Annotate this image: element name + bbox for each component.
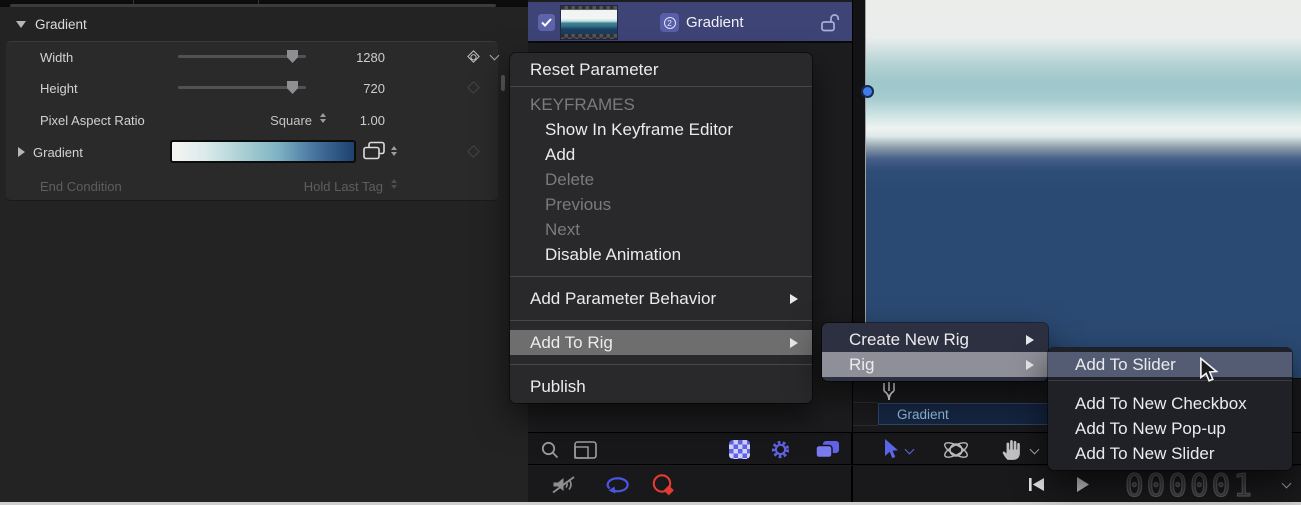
menu-separator [510,86,812,87]
layers-toolbar [528,432,852,465]
height-slider[interactable] [178,86,306,89]
select-tool-icon[interactable] [882,438,899,460]
submenu-arrow-icon [790,338,798,348]
canvas-gradient-object[interactable] [866,0,1301,378]
gradient-row-label: Gradient [33,145,83,160]
pixel-aspect-ratio-popup[interactable]: Square [200,113,312,128]
transparency-checkerboard-icon[interactable] [729,440,750,459]
search-icon[interactable] [540,440,560,460]
menu-item-add-keyframe[interactable]: Add [510,142,812,167]
layers-icon[interactable] [815,440,840,460]
layer-row-gradient[interactable]: 2 Gradient [528,2,852,43]
width-label: Width [40,50,73,65]
gear-icon[interactable] [770,439,791,460]
menu-separator [1048,380,1292,381]
panel-top-divider [0,0,528,7]
check-icon [541,18,552,27]
disclosure-triangle-icon[interactable] [16,21,26,28]
inspector-panel: Gradient Width 1280 Height 720 Pixel Asp… [0,0,528,505]
timecode-field[interactable]: 000001 [1115,468,1265,504]
height-label: Height [40,81,78,96]
menu-separator [510,364,812,365]
timecode-chevron-icon[interactable] [1282,479,1292,489]
gradient-preset-stepper-icon[interactable] [391,146,397,156]
submenu-arrow-icon [1026,335,1034,345]
right-transport-bar: 000001 [853,466,1301,503]
horizontal-scrollbar-track[interactable] [10,4,496,7]
select-tool-chevron-icon[interactable] [905,445,915,455]
mouse-cursor-icon [1199,357,1219,385]
menu-item-show-in-keyframe-editor[interactable]: Show In Keyframe Editor [510,117,812,142]
end-condition-stepper-icon [391,179,397,189]
motion-window: Gradient Width 1280 Height 720 Pixel Asp… [0,0,1301,505]
layer-rig-badge: 2 [660,13,679,32]
menu-item-previous-keyframe: Previous [510,192,812,217]
menu-item-next-keyframe: Next [510,217,812,242]
menu-item-reset-parameter[interactable]: Reset Parameter [510,57,812,82]
fit-window-icon[interactable] [574,441,597,459]
menu-item-add-to-new-checkbox[interactable]: Add To New Checkbox [1048,391,1292,416]
timeline-row-divider [853,425,878,426]
badge-count: 2 [664,17,676,29]
unlock-icon[interactable] [820,12,840,33]
hand-tool-chevron-icon[interactable] [1030,445,1040,455]
gradient-preset-icon[interactable] [362,141,386,162]
gradient-section-header[interactable]: Gradient [16,17,87,32]
layer-name: Gradient [686,14,744,31]
menu-item-add-to-rig[interactable]: Add To Rig [510,330,812,355]
slider-submenu: Add To Slider Add To New Checkbox Add To… [1048,348,1292,470]
end-condition-label: End Condition [40,179,122,194]
timeline-track-label: Gradient [897,407,949,422]
record-animation-icon[interactable] [650,472,678,498]
menu-item-delete-keyframe: Delete [510,167,812,192]
pixel-aspect-ratio-label: Pixel Aspect Ratio [40,113,145,128]
gradient-preview[interactable] [170,140,356,163]
layer-thumbnail[interactable] [560,5,618,40]
submenu-arrow-icon [1026,360,1034,370]
mute-icon[interactable] [550,473,577,496]
timeline-row-divider [853,402,878,403]
height-value[interactable]: 720 [300,81,385,96]
menu-item-add-to-new-popup[interactable]: Add To New Pop-up [1048,416,1292,441]
menu-item-rig[interactable]: Rig [822,352,1048,377]
left-transport-bar [528,466,852,503]
inspector-scrollbar-thumb[interactable] [501,75,505,91]
orbit-3d-tool-icon[interactable] [941,437,971,463]
menu-item-add-to-new-slider[interactable]: Add To New Slider [1048,441,1292,466]
object-selection-handle[interactable] [861,85,874,98]
layer-activation-checkbox[interactable] [538,14,555,31]
section-title: Gradient [35,17,87,32]
hand-tool-icon[interactable] [1000,437,1024,462]
menu-item-add-parameter-behavior[interactable]: Add Parameter Behavior [510,286,812,311]
play-icon[interactable] [1075,476,1090,493]
end-condition-popup: Hold Last Tag [240,179,383,194]
width-value[interactable]: 1280 [300,50,385,65]
menu-item-create-new-rig[interactable]: Create New Rig [822,327,1048,352]
submenu-arrow-icon [790,294,798,304]
width-slider[interactable] [178,55,306,58]
menu-section-keyframes: KEYFRAMES [510,92,812,117]
menu-separator [510,276,812,277]
menu-item-disable-animation[interactable]: Disable Animation [510,242,812,267]
menu-item-publish[interactable]: Publish [510,374,812,399]
playhead-marker-icon[interactable] [881,381,897,402]
canvas-margin [853,0,865,378]
gradient-disclosure-icon[interactable] [18,147,25,157]
loop-playback-icon[interactable] [603,475,633,495]
rig-submenu: Create New Rig Rig [822,323,1048,381]
go-to-start-icon[interactable] [1028,477,1045,492]
pixel-aspect-ratio-value: 1.00 [300,113,385,128]
parameter-context-menu: Reset Parameter KEYFRAMES Show In Keyfra… [510,53,812,403]
menu-separator [510,320,812,321]
menu-item-add-to-slider[interactable]: Add To Slider [1048,352,1292,377]
